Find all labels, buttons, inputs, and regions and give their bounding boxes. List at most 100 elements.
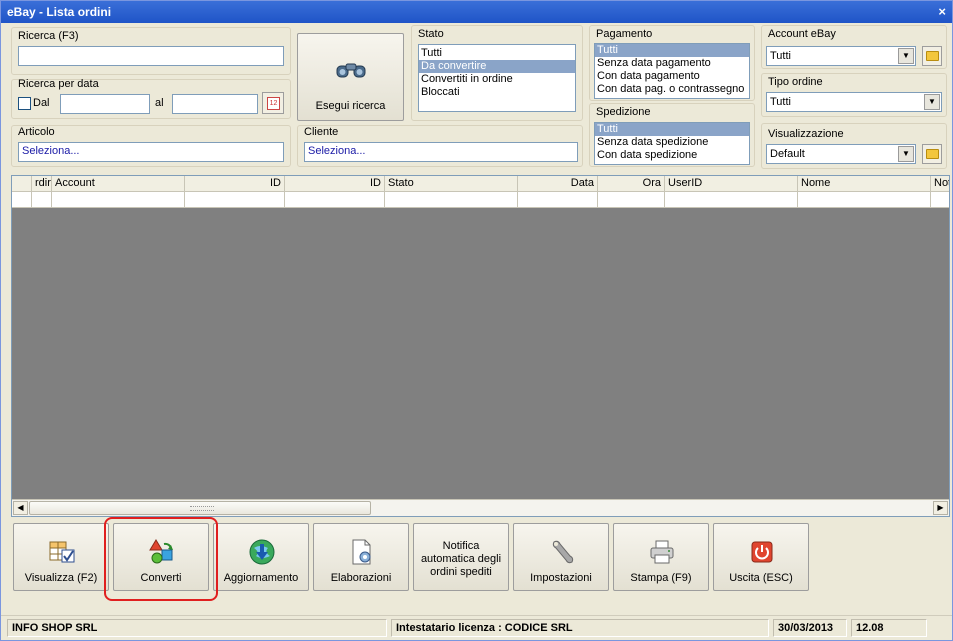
tipo-ordine-label: Tipo ordine	[768, 76, 823, 88]
table-cell[interactable]	[665, 192, 798, 208]
account-ebay-group: Account eBay Tutti ▼	[761, 25, 947, 69]
spedizione-option[interactable]: Senza data spedizione	[595, 136, 749, 149]
scroll-left-icon[interactable]: ◀	[13, 501, 28, 515]
status-date: 30/03/2013	[773, 619, 847, 637]
orders-grid[interactable]: rdir Account ID ID Stato Data Ora UserID…	[11, 175, 950, 517]
notifica-label: Notifica automatica degli ordini spediti	[420, 540, 502, 578]
elaborazioni-button[interactable]: Elaborazioni	[313, 523, 409, 591]
column-header-ora[interactable]: Ora	[598, 176, 665, 192]
column-header-data[interactable]: Data	[518, 176, 598, 192]
horizontal-scrollbar[interactable]: ◀ ▶	[12, 499, 949, 516]
table-cell[interactable]	[518, 192, 598, 208]
visualizzazione-select[interactable]: Default ▼	[766, 144, 916, 164]
date-search-label: Ricerca per data	[18, 78, 99, 90]
scrollbar-thumb[interactable]	[29, 501, 371, 515]
account-ebay-select[interactable]: Tutti ▼	[766, 46, 916, 66]
tipo-ordine-group: Tipo ordine Tutti ▼	[761, 73, 947, 117]
spedizione-option[interactable]: Con data spedizione	[595, 149, 749, 162]
table-cell[interactable]	[52, 192, 185, 208]
grid-header: rdir Account ID ID Stato Data Ora UserID…	[12, 176, 949, 192]
stampa-button[interactable]: Stampa (F9)	[613, 523, 709, 591]
tipo-ordine-value: Tutti	[770, 96, 791, 108]
column-header-account[interactable]: Account	[52, 176, 185, 192]
pagamento-option[interactable]: Con data pag. o contrassegno	[595, 83, 749, 96]
stato-option[interactable]: Convertiti in ordine	[419, 73, 575, 86]
power-icon	[751, 541, 773, 563]
visualizza-label: Visualizza (F2)	[24, 572, 98, 584]
search-group: Ricerca (F3)	[11, 27, 291, 75]
stato-group: Stato Tutti Da convertire Convertiti in …	[411, 25, 583, 121]
process-document-icon	[352, 539, 371, 565]
grip-icon	[190, 506, 214, 511]
impostazioni-label: Impostazioni	[530, 572, 592, 584]
spedizione-option-selected[interactable]: Tutti	[595, 123, 749, 136]
chevron-down-icon[interactable]: ▼	[898, 48, 914, 64]
window-title: eBay - Lista ordini	[7, 5, 112, 19]
spedizione-listbox[interactable]: Tutti Senza data spedizione Con data spe…	[594, 122, 750, 165]
calendar-icon: 12	[267, 97, 280, 110]
pagamento-option[interactable]: Senza data pagamento	[595, 57, 749, 70]
pagamento-option-selected[interactable]: Tutti	[595, 44, 749, 57]
table-cell[interactable]	[798, 192, 931, 208]
chevron-down-icon[interactable]: ▼	[924, 94, 940, 110]
account-ebay-label: Account eBay	[768, 28, 836, 40]
chevron-down-icon[interactable]: ▼	[898, 146, 914, 162]
visualizzazione-folder-button[interactable]	[922, 144, 942, 164]
articolo-group: Articolo Seleziona...	[11, 125, 291, 167]
status-license: Intestatario licenza : CODICE SRL	[391, 619, 769, 637]
table-cell[interactable]	[385, 192, 518, 208]
table-cell[interactable]	[285, 192, 385, 208]
main-window: eBay - Lista ordini × Ricerca (F3) Ricer…	[0, 0, 953, 641]
visualizzazione-group: Visualizzazione Default ▼	[761, 123, 947, 169]
impostazioni-button[interactable]: Impostazioni	[513, 523, 609, 591]
stato-option[interactable]: Tutti	[419, 47, 575, 60]
search-button[interactable]: Esegui ricerca	[297, 33, 404, 121]
column-header-userid[interactable]: UserID	[665, 176, 798, 192]
aggiornamento-label: Aggiornamento	[223, 572, 299, 584]
visualizza-button[interactable]: Visualizza (F2)	[13, 523, 109, 591]
scroll-right-icon[interactable]: ▶	[933, 501, 948, 515]
dal-checkbox[interactable]	[18, 97, 31, 110]
table-cell[interactable]	[598, 192, 665, 208]
al-label: al	[155, 97, 164, 109]
column-header-rdir[interactable]: rdir	[32, 176, 52, 192]
column-header-id[interactable]: ID	[185, 176, 285, 192]
dal-date-input[interactable]	[60, 94, 150, 114]
title-bar: eBay - Lista ordini ×	[1, 1, 952, 23]
table-row[interactable]	[12, 192, 949, 208]
uscita-button[interactable]: Uscita (ESC)	[713, 523, 809, 591]
column-header-id2[interactable]: ID	[285, 176, 385, 192]
stato-option[interactable]: Bloccati	[419, 86, 575, 99]
account-folder-button[interactable]	[922, 46, 942, 66]
account-ebay-value: Tutti	[770, 50, 791, 62]
table-cell[interactable]	[185, 192, 285, 208]
pagamento-option[interactable]: Con data pagamento	[595, 70, 749, 83]
table-cell[interactable]	[32, 192, 52, 208]
date-search-group: Ricerca per data Dal al 12	[11, 78, 291, 119]
aggiornamento-button[interactable]: Aggiornamento	[213, 523, 309, 591]
cliente-input[interactable]: Seleziona...	[304, 142, 578, 162]
column-header-stato[interactable]: Stato	[385, 176, 518, 192]
elaborazioni-label: Elaborazioni	[330, 572, 392, 584]
cliente-label: Cliente	[304, 126, 339, 138]
column-header-note[interactable]: Not	[931, 176, 949, 192]
stato-option-selected[interactable]: Da convertire	[419, 60, 575, 73]
stato-listbox[interactable]: Tutti Da convertire Convertiti in ordine…	[418, 44, 576, 112]
search-input[interactable]	[18, 46, 284, 66]
close-icon[interactable]: ×	[938, 4, 946, 19]
spedizione-group: Spedizione Tutti Senza data spedizione C…	[589, 103, 755, 167]
calendar-button[interactable]: 12	[262, 92, 284, 114]
wrench-icon	[552, 540, 574, 564]
uscita-label: Uscita (ESC)	[729, 572, 793, 584]
al-date-input[interactable]	[172, 94, 258, 114]
tipo-ordine-select[interactable]: Tutti ▼	[766, 92, 942, 112]
status-time: 12.08	[851, 619, 927, 637]
update-globe-icon	[249, 539, 275, 565]
pagamento-listbox[interactable]: Tutti Senza data pagamento Con data paga…	[594, 43, 750, 99]
notifica-button[interactable]: Notifica automatica degli ordini spediti	[413, 523, 509, 591]
visualizzazione-value: Default	[770, 148, 805, 160]
articolo-input[interactable]: Seleziona...	[18, 142, 284, 162]
column-header-nome[interactable]: Nome	[798, 176, 931, 192]
row-selector[interactable]	[12, 192, 32, 208]
table-cell[interactable]	[931, 192, 949, 208]
